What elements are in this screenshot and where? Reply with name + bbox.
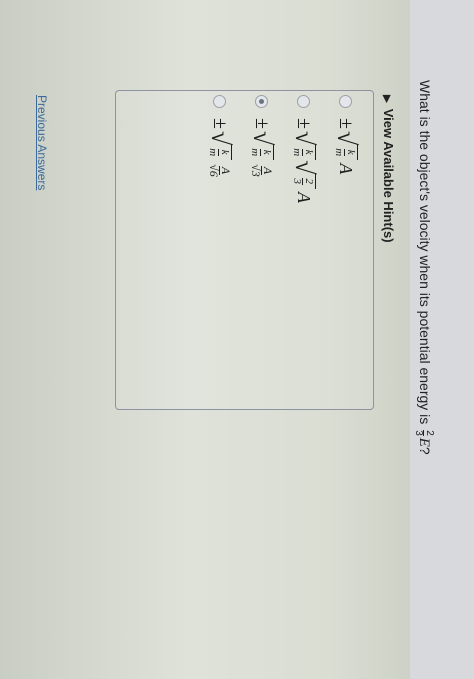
frac-den: √3 — [249, 164, 264, 177]
question-label: What is the object's velocity when its p… — [416, 80, 433, 425]
frac-den: 3 — [291, 178, 304, 185]
question-panel: What is the object's velocity when its p… — [0, 0, 474, 679]
radio-button-selected[interactable] — [255, 95, 269, 108]
sqrt-icon: √ 23 — [290, 160, 319, 189]
hints-label: View Available Hint(s) — [381, 108, 396, 243]
frac-num: A — [219, 165, 234, 176]
frac-m: m — [249, 148, 262, 157]
plus-minus: ± — [335, 118, 358, 129]
frac-m: m — [207, 148, 220, 157]
radio-button[interactable] — [213, 95, 227, 108]
frac-k: k — [344, 148, 358, 156]
sqrt-icon: √ km — [248, 131, 277, 161]
answer-option-2[interactable]: ± √ km √ 23 A — [284, 95, 324, 203]
fraction-den: 3 — [413, 430, 424, 436]
question-suffix: ? — [416, 446, 433, 455]
question-fraction: 2 3 — [413, 430, 435, 436]
frac-num: 2 — [302, 177, 316, 185]
amplitude-fraction: A √3 — [249, 164, 276, 177]
amplitude-fraction: A √6 — [207, 164, 234, 177]
amplitude: A — [294, 192, 315, 203]
plus-minus: ± — [209, 118, 232, 129]
sqrt-icon: √ km — [332, 131, 361, 161]
frac-num: A — [261, 165, 276, 176]
option-expression: ± √ km A √6 — [206, 118, 235, 179]
radio-button[interactable] — [297, 95, 311, 108]
plus-minus: ± — [293, 118, 316, 129]
energy-variable: E — [415, 437, 432, 447]
radio-button[interactable] — [339, 95, 353, 108]
option-expression: ± √ km √ 23 A — [290, 118, 319, 203]
plus-minus: ± — [251, 118, 274, 129]
amplitude: A — [336, 163, 357, 175]
frac-m: m — [333, 148, 346, 157]
sqrt-icon: √ km — [206, 131, 235, 161]
triangle-right-icon: ▶ — [381, 95, 392, 103]
previous-answers-link[interactable]: Previous Answers — [35, 95, 49, 190]
answer-option-1[interactable]: ± √ km A — [326, 95, 366, 174]
question-text: What is the object's velocity when its p… — [413, 80, 435, 455]
frac-k: k — [302, 148, 316, 156]
sqrt-icon: √ km — [290, 131, 319, 161]
answer-option-3[interactable]: ± √ km A √3 — [242, 95, 282, 179]
frac-k: k — [218, 148, 232, 156]
frac-den: √6 — [207, 164, 222, 177]
option-expression: ± √ km A — [332, 118, 361, 175]
option-expression: ± √ km A √3 — [248, 118, 277, 179]
answer-option-4[interactable]: ± √ km A √6 — [200, 95, 240, 179]
frac-k: k — [260, 148, 274, 156]
view-hints-toggle[interactable]: ▶ View Available Hint(s) — [381, 95, 396, 243]
frac-m: m — [291, 148, 304, 157]
fraction-num: 2 — [423, 430, 435, 436]
